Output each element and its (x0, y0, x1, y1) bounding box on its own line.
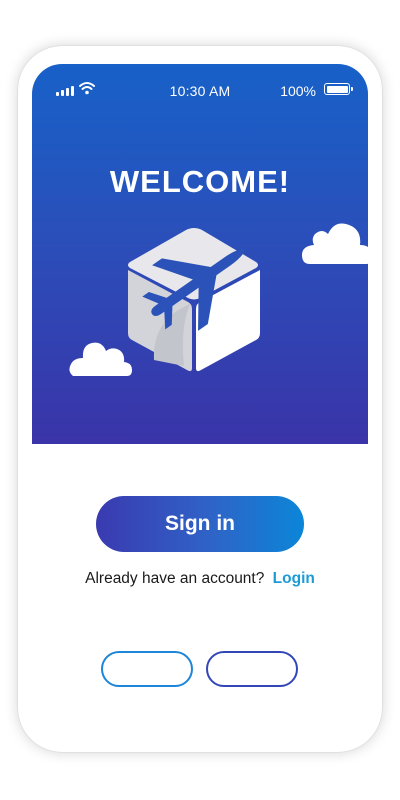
welcome-title: WELCOME! (109, 164, 291, 199)
battery-fill (326, 85, 348, 93)
account-prompt-text: Already have an account? (85, 570, 265, 587)
secondary-button-left[interactable] (101, 651, 193, 687)
status-time: 10:30 AM (169, 83, 231, 99)
box-airplane-illustration (128, 228, 260, 372)
login-link[interactable]: Login (273, 570, 315, 587)
cloud-icon (302, 223, 368, 264)
status-bar: 10:30 AM 100% (32, 64, 368, 120)
screen: 10:30 AM 100% WELCOME! Sign in Already h… (0, 0, 400, 800)
login-prompt: Already have an account? Login (18, 570, 382, 588)
battery-icon (324, 83, 353, 95)
battery-percent: 100% (280, 83, 316, 99)
sign-in-button[interactable]: Sign in (96, 496, 304, 552)
phone-frame: 10:30 AM 100% WELCOME! Sign in Already h… (18, 46, 382, 752)
secondary-button-right[interactable] (206, 651, 298, 687)
welcome-hero: 10:30 AM 100% WELCOME! (32, 64, 368, 444)
